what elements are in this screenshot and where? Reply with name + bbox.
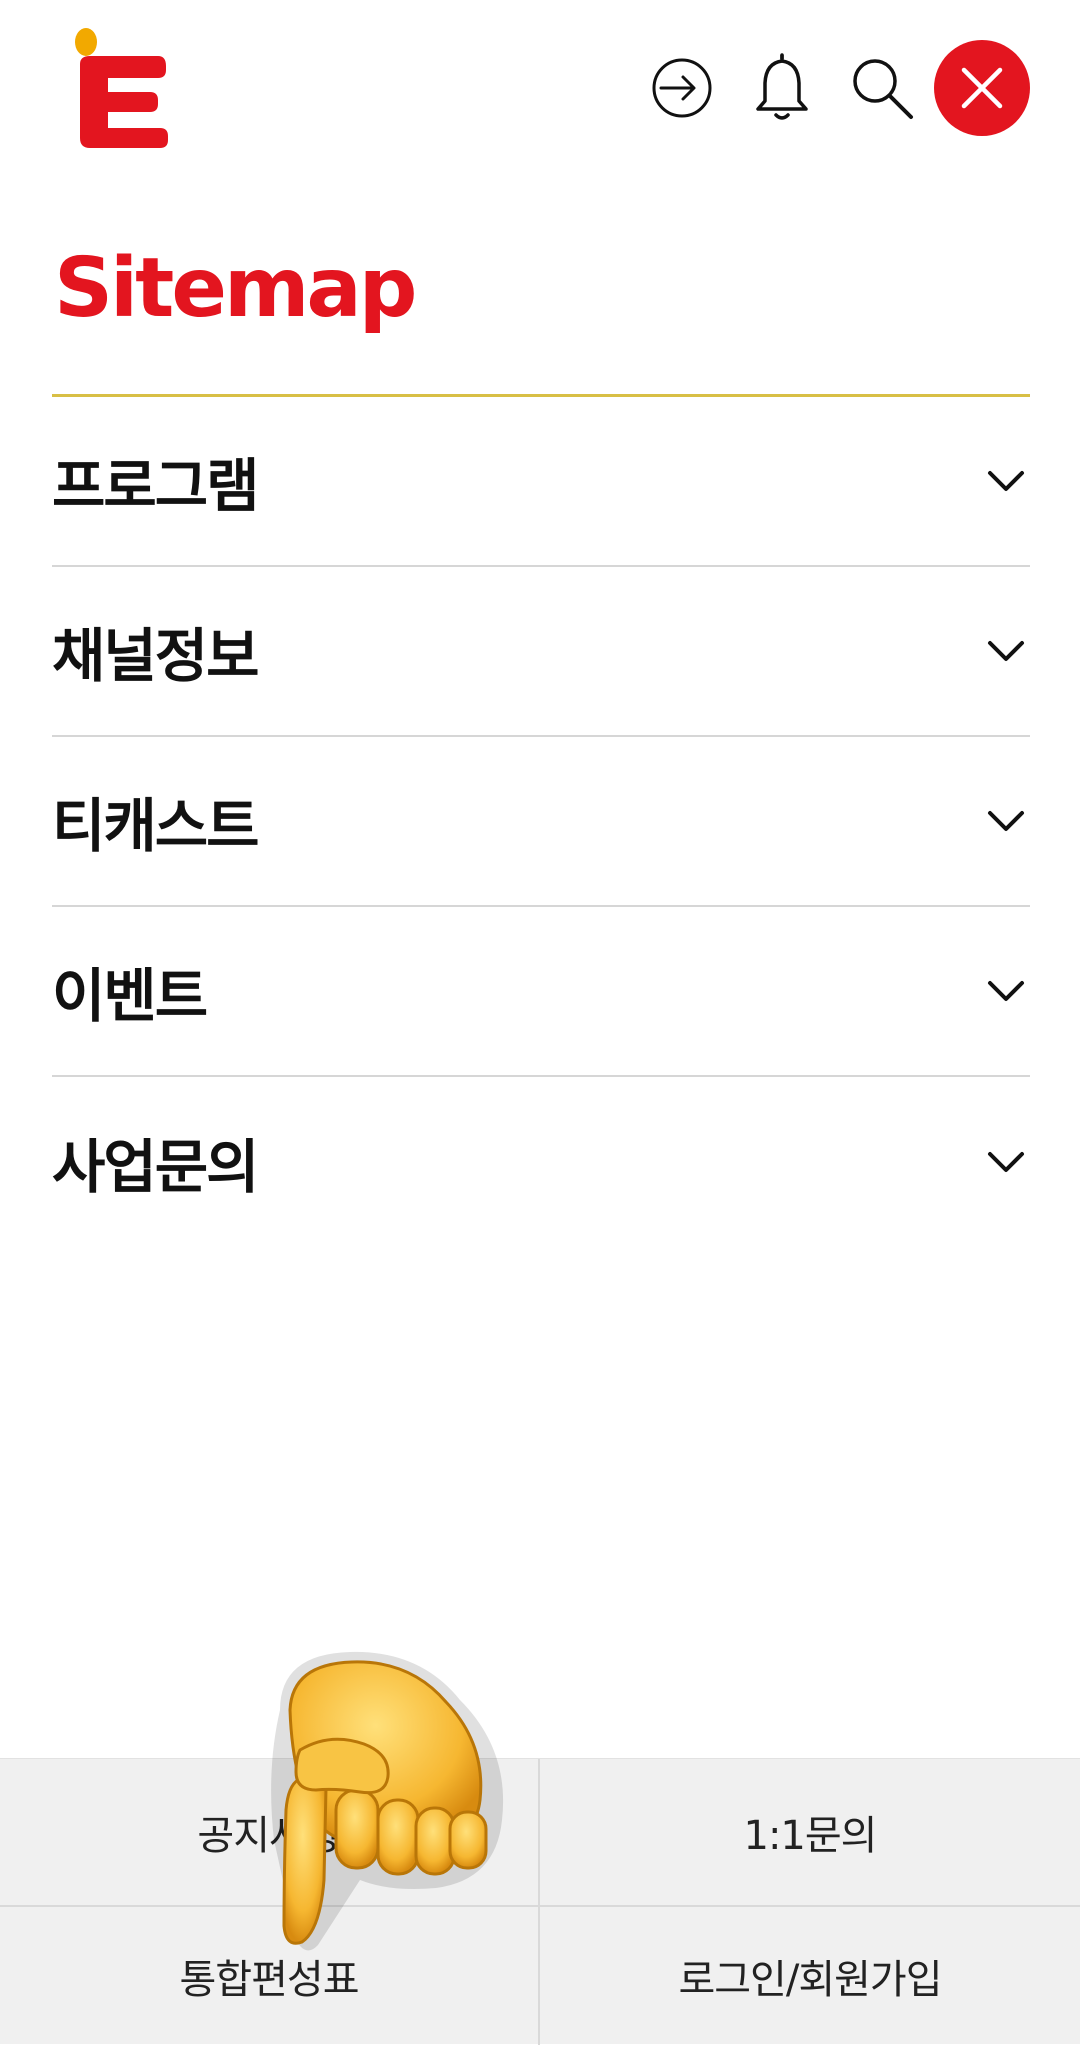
footer-link-schedule[interactable]: 통합편성표: [0, 1907, 540, 2045]
footer-link-notice[interactable]: 공지사항: [0, 1759, 540, 1907]
e-logo-icon: [75, 28, 168, 148]
menu-item-label: 사업문의: [52, 1133, 259, 1201]
menu-item-channel-info[interactable]: 채널정보: [52, 567, 1030, 737]
search-icon: [853, 59, 913, 119]
footer-link-inquiry[interactable]: 1:1문의: [540, 1759, 1080, 1907]
menu-item-label: 채널정보: [52, 622, 259, 690]
menu-item-event[interactable]: 이벤트: [52, 907, 1030, 1077]
close-icon: [961, 67, 1003, 109]
menu-item-tcast[interactable]: 티캐스트: [52, 737, 1030, 907]
header: [0, 0, 1080, 180]
menu-item-business-inquiry[interactable]: 사업문의: [52, 1077, 1030, 1247]
login-icon: [652, 58, 712, 118]
chevron-down-icon: [982, 967, 1030, 1015]
menu-item-label: 이벤트: [52, 962, 208, 1030]
close-button[interactable]: [934, 40, 1030, 136]
chevron-down-icon: [982, 1138, 1030, 1186]
footer-links: 공지사항 1:1문의 통합편성표 로그인/회원가입: [0, 1758, 1080, 2045]
header-actions: [630, 40, 1030, 136]
menu-item-label: 티캐스트: [52, 792, 259, 860]
chevron-down-icon: [982, 797, 1030, 845]
menu-item-program[interactable]: 프로그램: [52, 397, 1030, 567]
chevron-down-icon: [982, 457, 1030, 505]
page-title: Sitemap: [54, 241, 417, 336]
chevron-down-icon: [982, 627, 1030, 675]
footer-link-login-signup[interactable]: 로그인/회원가입: [540, 1907, 1080, 2045]
login-button[interactable]: [634, 40, 730, 136]
notifications-button[interactable]: [734, 40, 830, 136]
sitemap-menu: 프로그램 채널정보 티캐스트 이벤트 사업문의: [52, 397, 1030, 1247]
bell-icon: [756, 53, 808, 120]
brand-logo[interactable]: [70, 24, 170, 154]
menu-item-label: 프로그램: [52, 452, 259, 520]
search-button[interactable]: [834, 40, 930, 136]
